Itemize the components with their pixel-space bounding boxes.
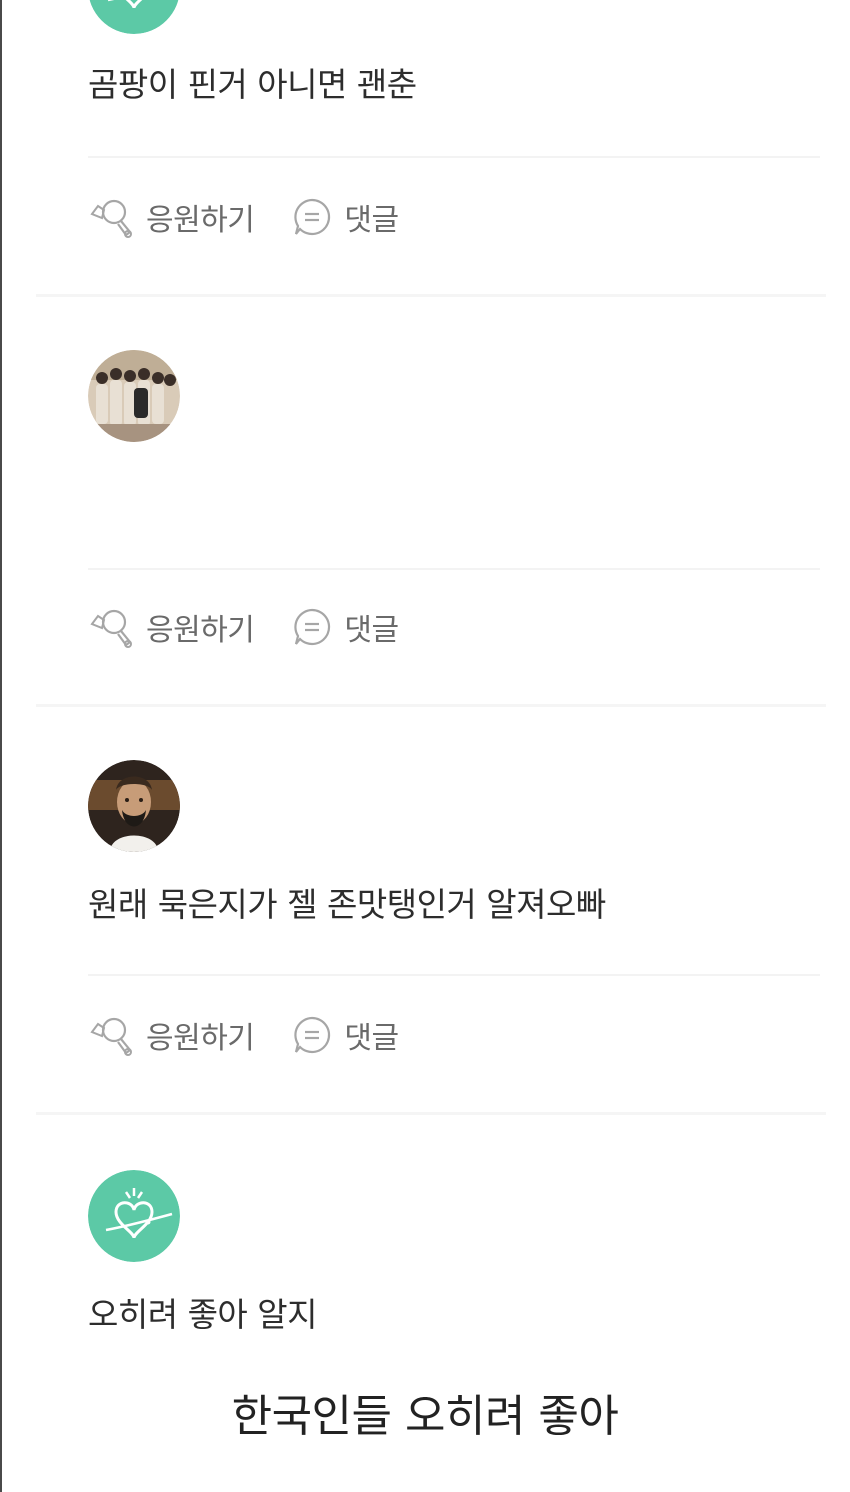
post-separator — [36, 1112, 826, 1115]
comment-icon — [294, 608, 331, 646]
group-photo-icon — [88, 350, 180, 442]
divider — [88, 568, 820, 570]
post-actions: 응원하기 댓글 — [88, 194, 399, 240]
comment-button[interactable]: 댓글 — [292, 195, 399, 239]
comment-label: 댓글 — [344, 613, 399, 648]
cheer-button[interactable]: 응원하기 — [88, 604, 255, 650]
cheer-icon — [90, 609, 132, 648]
cheer-button[interactable]: 응원하기 — [88, 194, 255, 240]
portrait-photo-icon — [88, 760, 180, 852]
cheer-icon — [90, 199, 132, 238]
avatar[interactable] — [88, 1170, 180, 1262]
cheer-button[interactable]: 응원하기 — [88, 1012, 255, 1058]
post-separator — [36, 704, 826, 707]
post-text: 원래 묵은지가 젤 존맛탱인거 알져오빠 — [88, 885, 606, 924]
post-text: 오히려 좋아 알지 — [88, 1295, 318, 1334]
post-text: 곰팡이 핀거 아니면 괜춘 — [88, 65, 417, 104]
cheer-label: 응원하기 — [146, 203, 255, 238]
comment-button[interactable]: 댓글 — [292, 1013, 399, 1057]
comment-post: 원래 묵은지가 젤 존맛탱인거 알져오빠 응원하기 댓글 — [0, 710, 850, 1120]
divider — [88, 156, 820, 158]
green-heart-logo-icon — [88, 1170, 180, 1262]
post-actions: 응원하기 댓글 — [88, 604, 399, 650]
comment-icon — [294, 1016, 331, 1054]
comment-post: 곰팡이 핀거 아니면 괜춘 응원하기 댓글 — [0, 0, 850, 300]
comment-label: 댓글 — [344, 203, 399, 238]
meme-caption: 한국인들 오히려 좋아 — [231, 1391, 619, 1442]
comment-label: 댓글 — [344, 1021, 399, 1056]
cheer-icon — [90, 1017, 132, 1056]
avatar[interactable] — [88, 760, 180, 852]
comment-feed: 곰팡이 핀거 아니면 괜춘 응원하기 댓글 응원하기 댓글 원래 묵은지가 젤 … — [0, 0, 850, 1492]
comment-icon — [294, 198, 331, 236]
green-heart-logo-icon — [89, 0, 179, 34]
comment-post: 응원하기 댓글 — [0, 300, 850, 710]
avatar[interactable] — [88, 350, 180, 442]
cheer-label: 응원하기 — [146, 613, 255, 648]
post-actions: 응원하기 댓글 — [88, 1012, 399, 1058]
avatar[interactable] — [88, 0, 180, 34]
cheer-label: 응원하기 — [146, 1021, 255, 1056]
post-separator — [36, 294, 826, 297]
comment-button[interactable]: 댓글 — [292, 605, 399, 649]
comment-post: 오히려 좋아 알지 — [0, 1120, 850, 1360]
divider — [88, 974, 820, 976]
